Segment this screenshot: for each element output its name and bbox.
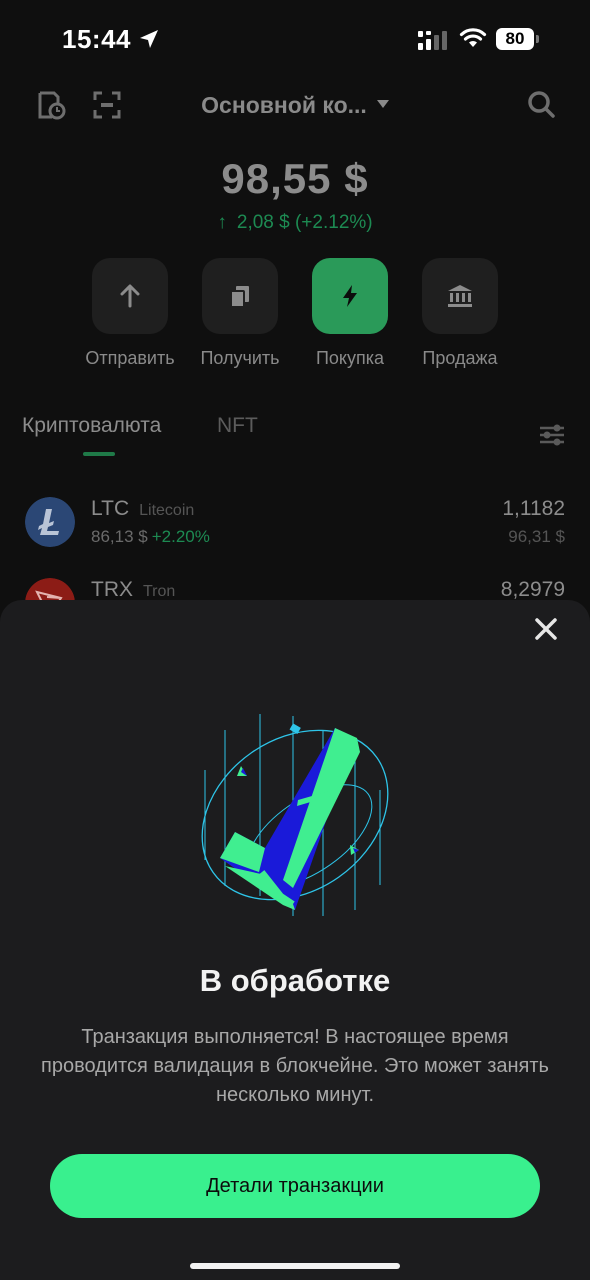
- arrow-up-icon: [120, 284, 140, 308]
- coin-amount: 1,1182: [502, 497, 565, 520]
- buy-label: Покупка: [315, 348, 385, 368]
- coin-symbol-text: LTC: [91, 497, 130, 520]
- close-icon[interactable]: [531, 614, 561, 644]
- receive-icon-box: [202, 258, 278, 334]
- battery-level: 80: [496, 28, 534, 50]
- coin-row-ltc[interactable]: LTC Litecoin 86,13 $ +2.20% 1,1182 96,31 $: [0, 497, 590, 567]
- checkmark-illustration: [201, 714, 389, 916]
- wallet-selector[interactable]: Основной ко...: [0, 92, 590, 119]
- tab-crypto[interactable]: Криптовалюта: [22, 414, 161, 438]
- coin-name: Tron: [143, 583, 176, 600]
- chevron-down-icon: [376, 99, 389, 108]
- sell-label: Продажа: [422, 348, 498, 368]
- coin-value: 96,31 $: [508, 527, 565, 546]
- total-balance: 98,55 $: [221, 155, 369, 202]
- arrow-up-icon: ↑: [217, 212, 227, 233]
- status-bar: 15:44 80: [0, 0, 590, 80]
- sell-icon-box: [422, 258, 498, 334]
- top-nav: Основной ко...: [0, 80, 590, 130]
- coin-symbol: LTC Litecoin: [91, 497, 194, 521]
- receive-button[interactable]: Получить: [185, 258, 295, 369]
- location-icon: [140, 30, 158, 48]
- battery-tip: [536, 35, 539, 43]
- send-label: Отправить: [85, 348, 175, 368]
- coin-symbol: TRX Tron: [91, 578, 175, 602]
- active-tab-indicator: [83, 452, 115, 456]
- litecoin-logo-icon: [25, 497, 75, 547]
- coin-price: 86,13 $ +2.20%: [91, 527, 210, 547]
- action-buttons: Отправить Получить Покупка Продажа: [0, 258, 590, 378]
- status-time: 15:44: [62, 24, 131, 54]
- search-icon[interactable]: [527, 90, 557, 120]
- copy-icon: [230, 286, 249, 308]
- buy-icon-box: [312, 258, 388, 334]
- send-button[interactable]: Отправить: [75, 258, 185, 369]
- receive-label: Получить: [200, 348, 280, 368]
- bank-icon: [448, 285, 472, 307]
- sell-button[interactable]: Продажа: [405, 258, 515, 369]
- coin-symbol-text: TRX: [91, 578, 133, 601]
- lightning-icon: [343, 285, 357, 307]
- balance-change-value: 2,08 $ (+2.12%): [236, 212, 373, 233]
- wifi-icon: [459, 28, 487, 47]
- coin-price-value: 86,13 $: [91, 527, 148, 546]
- processing-sheet: В обработке Транзакция выполняется! В на…: [0, 600, 590, 1280]
- send-icon-box: [92, 258, 168, 334]
- wallet-name: Основной ко...: [201, 92, 367, 118]
- sheet-title: В обработке: [199, 963, 391, 998]
- asset-tabs: Криптовалюта NFT: [0, 410, 590, 470]
- buy-button[interactable]: Покупка: [295, 258, 405, 369]
- balance-change: ↑ 2,08 $ (+2.12%): [0, 212, 590, 234]
- home-indicator[interactable]: [190, 1263, 400, 1269]
- coin-change-pct: +2.20%: [151, 527, 210, 546]
- transaction-details-button[interactable]: Детали транзакции: [50, 1154, 540, 1218]
- coin-name: Litecoin: [139, 502, 195, 519]
- sheet-message: Транзакция выполняется! В настоящее врем…: [41, 1026, 549, 1106]
- cellular-signal-icon: [418, 31, 447, 50]
- app-screen: 15:44 80 Основной ко... 98,55 $ ↑ 2,08 $…: [0, 0, 590, 1280]
- coin-amount: 8,2979: [500, 578, 565, 601]
- filter-icon[interactable]: [538, 422, 566, 448]
- tab-nft[interactable]: NFT: [217, 414, 258, 438]
